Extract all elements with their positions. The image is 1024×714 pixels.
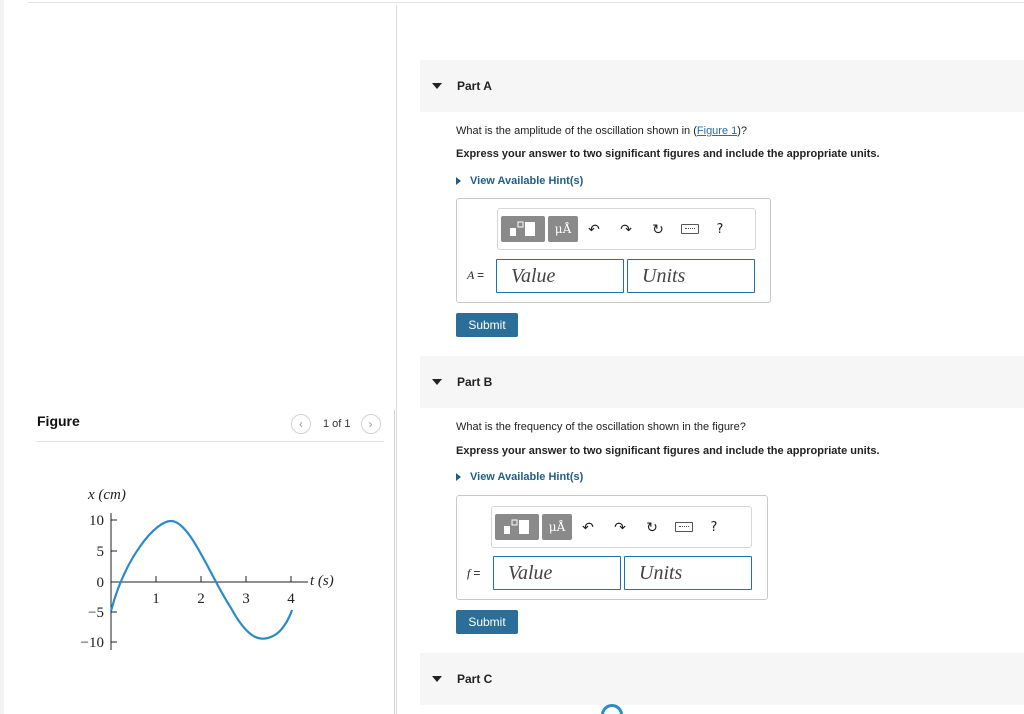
undo-icon[interactable]: ↶ [572, 519, 604, 536]
y-ticks [111, 519, 117, 643]
y-axis-label: x (cm) [87, 487, 126, 503]
caret-down-icon [432, 83, 442, 89]
question-text: What is the amplitude of the oscillation… [456, 125, 697, 137]
figure-panel-edge [394, 410, 395, 714]
part-a-instruction: Express your answer to two significant f… [456, 148, 880, 160]
part-b-instruction: Express your answer to two significant f… [456, 445, 880, 457]
part-b-variable-label: f = [467, 566, 480, 581]
caret-down-icon [432, 379, 442, 385]
redo-icon[interactable]: ↷ [610, 221, 642, 238]
part-a-question: What is the amplitude of the oscillation… [456, 125, 747, 137]
y-axis-label-text: x (cm) [87, 487, 126, 503]
reset-icon[interactable]: ↻ [642, 221, 674, 238]
help-button[interactable]: ? [700, 520, 728, 535]
variable-name: f [467, 566, 471, 580]
part-a-title: Part A [457, 79, 492, 93]
chevron-left-icon[interactable]: ‹ [291, 414, 311, 434]
part-a-units-input[interactable]: Units [627, 259, 755, 293]
figure-link[interactable]: Figure 1 [697, 125, 737, 137]
panel-divider [396, 5, 397, 714]
question-text-end: )? [737, 125, 748, 137]
hint-label: View Available Hint(s) [470, 175, 584, 187]
equals-sign: = [477, 268, 485, 282]
units-button[interactable]: μÅ [542, 514, 572, 540]
hint-label: View Available Hint(s) [470, 471, 584, 483]
y-tick-label: 0 [97, 575, 105, 591]
y-tick-label: −10 [81, 635, 104, 651]
x-tick-label: 1 [152, 591, 160, 607]
reset-icon[interactable]: ↻ [636, 519, 668, 536]
part-a-value-input[interactable]: Value [496, 259, 624, 293]
part-b-toolbar: μÅ ↶ ↷ ↻ ? [491, 506, 752, 548]
keyboard-icon[interactable] [668, 519, 700, 535]
templates-icon[interactable] [495, 514, 539, 540]
top-divider [28, 2, 1024, 3]
y-tick-label: 5 [97, 544, 105, 560]
part-b-hint-link[interactable]: View Available Hint(s) [456, 471, 583, 483]
left-edge-strip [0, 0, 4, 714]
x-ticks [155, 576, 292, 582]
units-button[interactable]: μÅ [548, 216, 578, 242]
x-tick-label: 4 [287, 591, 295, 607]
part-b-question: What is the frequency of the oscillation… [456, 421, 746, 433]
redo-icon[interactable]: ↷ [604, 519, 636, 536]
part-b-submit-button[interactable]: Submit [456, 610, 518, 634]
y-tick-label: −5 [88, 605, 104, 621]
oscillation-plot: x (cm) 10 5 0 −5 −10 1 2 3 4 t (s) [81, 487, 334, 651]
x-tick-label: 3 [242, 591, 250, 607]
equals-sign: = [473, 566, 481, 580]
part-a-header[interactable]: Part A [420, 60, 1024, 112]
figure-pager: ‹ 1 of 1 › [291, 414, 381, 434]
x-tick-label: 2 [197, 591, 205, 607]
part-a-variable-label: A = [467, 268, 484, 283]
part-b-units-input[interactable]: Units [624, 556, 752, 590]
part-b-title: Part B [457, 375, 493, 389]
caret-right-icon [456, 473, 461, 481]
part-b-header[interactable]: Part B [420, 356, 1024, 408]
chevron-right-icon[interactable]: › [360, 414, 381, 434]
pager-text: 1 of 1 [323, 418, 351, 430]
part-a-hint-link[interactable]: View Available Hint(s) [456, 175, 583, 187]
partial-circle-icon [601, 704, 623, 714]
part-c-header[interactable]: Part C [420, 653, 1024, 705]
part-c-title: Part C [457, 672, 493, 686]
y-tick-label: 10 [89, 513, 104, 529]
help-button[interactable]: ? [706, 222, 734, 237]
part-b-value-input[interactable]: Value [493, 556, 621, 590]
templates-icon[interactable] [501, 216, 545, 242]
caret-right-icon [456, 177, 461, 185]
variable-name: A [467, 268, 475, 282]
undo-icon[interactable]: ↶ [578, 221, 610, 238]
x-axis-label: t (s) [310, 573, 334, 589]
figure-title: Figure [37, 413, 80, 429]
keyboard-icon[interactable] [674, 221, 706, 237]
part-a-submit-button[interactable]: Submit [456, 313, 518, 337]
part-a-toolbar: μÅ ↶ ↷ ↻ ? [497, 208, 756, 250]
figure-header-rule [37, 441, 384, 442]
caret-down-icon [432, 676, 442, 682]
